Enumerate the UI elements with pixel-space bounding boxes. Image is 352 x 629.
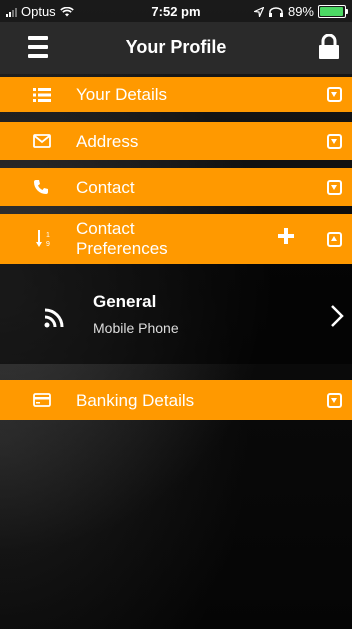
section-label: Address <box>76 132 139 151</box>
section-label: Banking Details <box>76 391 195 410</box>
chevron-down-icon[interactable] <box>327 393 342 408</box>
chevron-down-icon[interactable] <box>327 180 342 195</box>
page-title: Your Profile <box>125 37 227 57</box>
battery-icon <box>318 5 348 18</box>
list-icon <box>33 88 51 102</box>
section-banking-details[interactable]: Banking Details <box>0 380 352 420</box>
status-bar: Optus 7:52 pm 89% <box>0 0 352 22</box>
section-label: Contact Preferences <box>76 219 168 259</box>
chevron-right-icon[interactable] <box>330 304 344 328</box>
envelope-icon <box>33 134 51 148</box>
section-label: Your Details <box>76 85 168 104</box>
app-header: Your Profile <box>0 22 352 74</box>
status-right: 89% <box>253 4 348 19</box>
preference-title: General <box>93 292 157 311</box>
list-item[interactable]: General Mobile Phone <box>0 264 352 364</box>
svg-text:9: 9 <box>46 241 50 248</box>
section-address[interactable]: Address <box>0 122 352 160</box>
svg-text:1: 1 <box>46 232 50 239</box>
preference-subtitle: Mobile Phone <box>93 320 179 336</box>
section-label-line1: Contact <box>76 219 135 238</box>
section-your-details[interactable]: Your Details <box>0 77 352 112</box>
section-contact[interactable]: Contact <box>0 168 352 206</box>
lock-icon[interactable] <box>318 34 340 60</box>
chevron-down-icon[interactable] <box>327 87 342 102</box>
section-label: Contact <box>76 178 135 197</box>
sort-numeric-icon: 1 9 <box>36 230 50 248</box>
add-preference-button[interactable] <box>278 228 294 244</box>
phone-icon <box>34 180 48 194</box>
rss-icon <box>44 308 64 328</box>
section-label-line2: Preferences <box>76 239 168 258</box>
chevron-down-icon[interactable] <box>327 134 342 149</box>
headphones-icon <box>268 6 283 17</box>
location-arrow-icon <box>253 6 264 17</box>
credit-card-icon <box>33 393 51 407</box>
chevron-up-icon[interactable] <box>327 232 342 247</box>
battery-percent: 89% <box>287 4 314 19</box>
section-contact-preferences[interactable]: 1 9 Contact Preferences <box>0 214 352 264</box>
